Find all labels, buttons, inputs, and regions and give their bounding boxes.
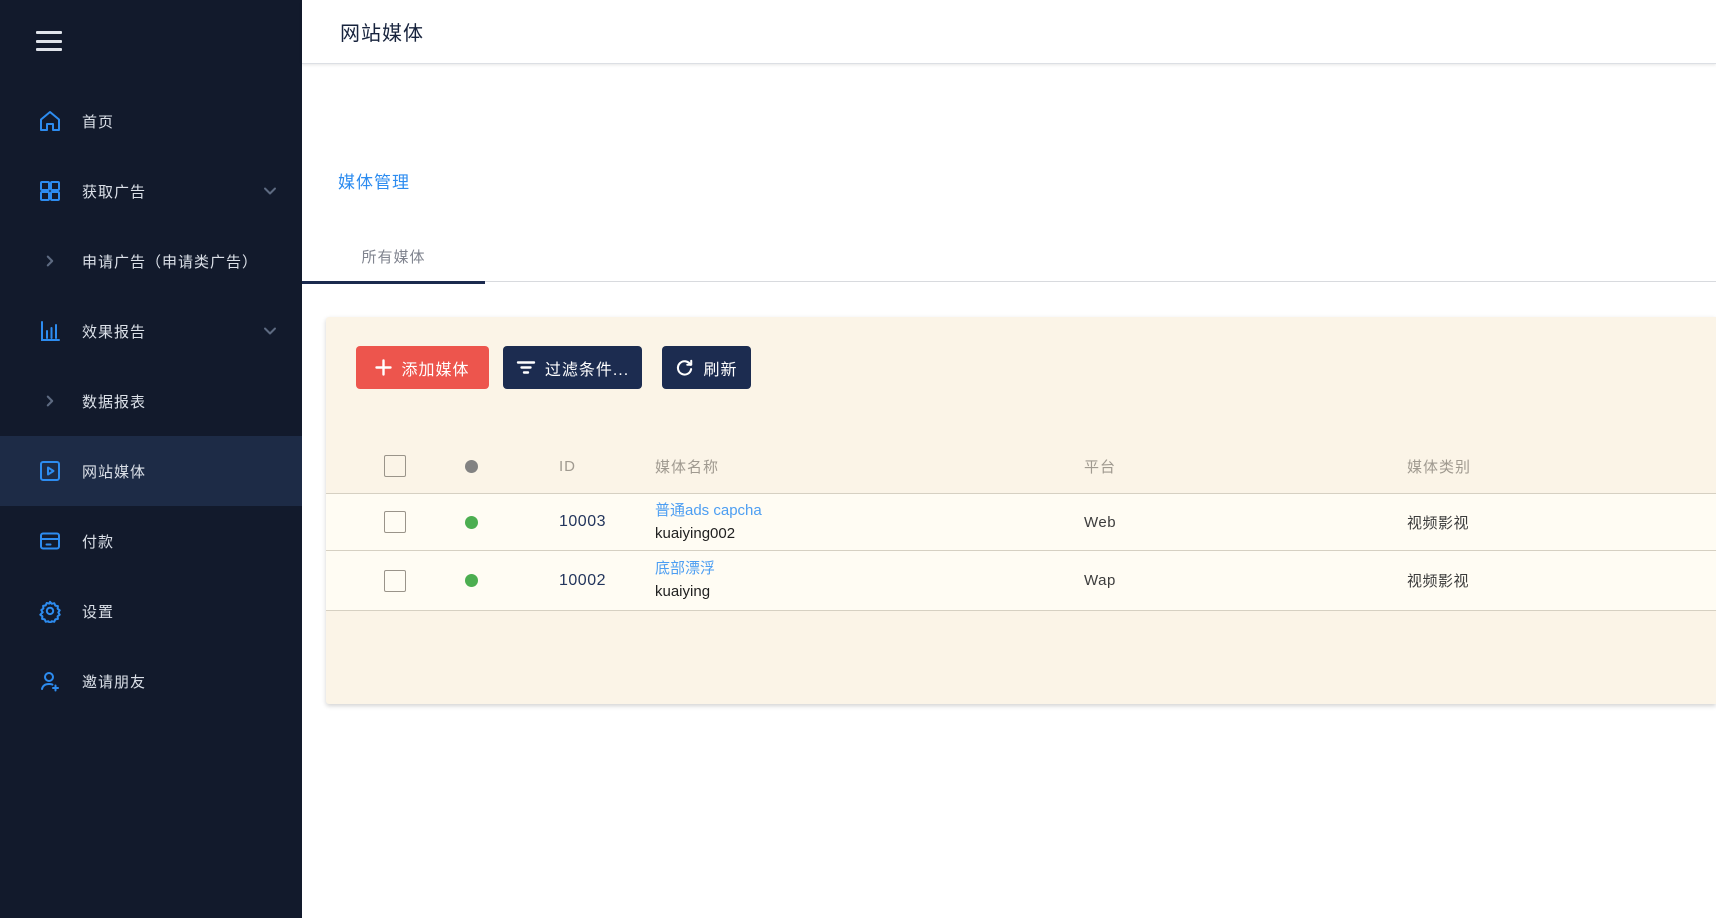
sidebar-item-label: 效果报告 [82, 321, 146, 342]
content-area: 媒体管理 所有媒体 添加媒体 过滤条件... 刷新 [302, 64, 1716, 918]
media-panel: 添加媒体 过滤条件... 刷新 ID [326, 317, 1716, 704]
media-platform: Web [1076, 514, 1396, 531]
sidebar-item-settings[interactable]: 设置 [0, 576, 302, 646]
breadcrumb[interactable]: 媒体管理 [338, 168, 410, 193]
chevron-right-icon [37, 248, 63, 274]
column-header-name: 媒体名称 [646, 456, 1076, 477]
add-media-button[interactable]: 添加媒体 [356, 346, 489, 389]
chevron-down-icon [262, 323, 278, 339]
column-header-id: ID [516, 458, 646, 475]
home-icon [37, 108, 63, 134]
column-header-category: 媒体类别 [1396, 456, 1716, 477]
sidebar-item-get-ads[interactable]: 获取广告 [0, 156, 302, 226]
media-id: 10003 [516, 513, 646, 531]
media-category: 视频影视 [1396, 570, 1716, 591]
main-area: 网站媒体 媒体管理 所有媒体 添加媒体 过滤条件... [302, 0, 1716, 918]
sidebar-item-label: 申请广告（申请类广告） [82, 251, 258, 272]
bar-chart-icon [37, 318, 63, 344]
sidebar-item-label: 获取广告 [82, 181, 146, 202]
sidebar-item-invite-friends[interactable]: 邀请朋友 [0, 646, 302, 716]
sidebar-item-website-media[interactable]: 网站媒体 [0, 436, 302, 506]
sidebar-item-label: 首页 [82, 111, 114, 132]
sidebar-nav: 首页 获取广告 申请广告（申请类广告） [0, 86, 302, 716]
media-code: kuaiying [655, 580, 1076, 603]
filter-button[interactable]: 过滤条件... [503, 346, 642, 389]
gear-icon [37, 598, 63, 624]
sidebar-item-label: 邀请朋友 [82, 671, 146, 692]
chevron-right-icon [37, 388, 63, 414]
page-header: 网站媒体 [302, 0, 1716, 64]
media-platform: Wap [1076, 572, 1396, 589]
page-title: 网站媒体 [340, 17, 424, 46]
sidebar-item-label: 付款 [82, 531, 114, 552]
credit-card-icon [37, 528, 63, 554]
refresh-button[interactable]: 刷新 [662, 346, 751, 389]
table-row: 10003 普通ads capcha kuaiying002 Web 视频影视 [326, 494, 1716, 551]
app-root: 首页 获取广告 申请广告（申请类广告） [0, 0, 1716, 918]
hamburger-icon [36, 31, 62, 34]
media-id: 10002 [516, 572, 646, 590]
tab-all-media[interactable]: 所有媒体 [302, 237, 485, 282]
column-header-platform: 平台 [1076, 456, 1396, 477]
row-checkbox[interactable] [384, 570, 406, 592]
media-name-link[interactable]: 普通ads capcha [655, 500, 1076, 522]
filter-icon [516, 359, 536, 376]
toolbar: 添加媒体 过滤条件... 刷新 [326, 317, 1716, 389]
media-category: 视频影视 [1396, 512, 1716, 533]
tab-bar: 所有媒体 [302, 237, 1716, 282]
sidebar-item-report[interactable]: 效果报告 [0, 296, 302, 366]
sidebar-item-apply-ads[interactable]: 申请广告（申请类广告） [0, 226, 302, 296]
sidebar-item-label: 数据报表 [82, 391, 146, 412]
menu-toggle-button[interactable] [36, 31, 62, 51]
status-column-dot [465, 460, 478, 473]
chevron-down-icon [262, 183, 278, 199]
status-dot [465, 516, 478, 529]
media-code: kuaiying002 [655, 522, 1076, 545]
sidebar: 首页 获取广告 申请广告（申请类广告） [0, 0, 302, 918]
row-checkbox[interactable] [384, 511, 406, 533]
select-all-checkbox[interactable] [384, 455, 406, 477]
sidebar-item-home[interactable]: 首页 [0, 86, 302, 156]
sidebar-item-label: 设置 [82, 601, 114, 622]
table-row: 10002 底部漂浮 kuaiying Wap 视频影视 [326, 551, 1716, 611]
sidebar-item-data-report[interactable]: 数据报表 [0, 366, 302, 436]
table-header-row: ID 媒体名称 平台 媒体类别 [326, 439, 1716, 494]
user-plus-icon [37, 668, 63, 694]
status-dot [465, 574, 478, 587]
sidebar-item-label: 网站媒体 [82, 461, 146, 482]
grid-icon [37, 178, 63, 204]
play-square-icon [37, 458, 63, 484]
refresh-icon [675, 358, 694, 377]
media-table: ID 媒体名称 平台 媒体类别 10003 普通ads capcha kuaiy… [326, 439, 1716, 611]
sidebar-item-payment[interactable]: 付款 [0, 506, 302, 576]
plus-icon [375, 359, 392, 376]
media-name-link[interactable]: 底部漂浮 [655, 558, 1076, 580]
